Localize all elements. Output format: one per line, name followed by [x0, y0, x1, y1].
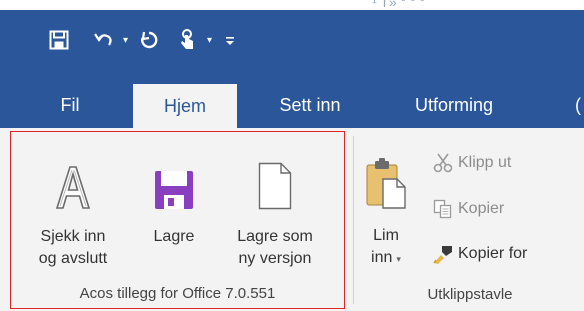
qat-undo-button[interactable]: [92, 25, 114, 55]
paste-label-line2-row: inn ▾: [371, 247, 401, 270]
copy-button[interactable]: Kopier: [432, 195, 504, 223]
floppy-disk-icon: [49, 30, 69, 50]
group-separator: [353, 136, 354, 304]
scissors-icon: [432, 152, 454, 174]
letter-a-outline-icon: [53, 148, 93, 210]
qat-customize-button[interactable]: [222, 25, 238, 55]
touch-mode-icon: [181, 29, 194, 49]
title-bar-top-strip: ¹ T» ° ° °: [0, 0, 584, 10]
tab-home[interactable]: Hjem: [133, 84, 237, 128]
clipboard-group: Lim inn ▾ Klipp ut Kopier Kopier for Utk…: [356, 131, 584, 309]
undo-icon: [94, 33, 112, 46]
save-as-label-line2: ny versjon: [238, 250, 312, 267]
paste-dropdown-arrow[interactable]: ▾: [396, 254, 401, 264]
check-in-label-line2: og avslutt: [38, 250, 108, 267]
paste-label-line1: Lim: [373, 227, 399, 244]
format-painter-button[interactable]: Kopier for: [432, 240, 527, 268]
clipboard-paste-icon: [365, 147, 407, 209]
tab-design[interactable]: Utforming: [382, 82, 526, 128]
qat-touch-mode-button[interactable]: [176, 25, 198, 55]
save-button[interactable]: Lagre: [139, 148, 209, 248]
paste-button[interactable]: Lim inn ▾: [360, 147, 412, 270]
save-label: Lagre: [153, 228, 195, 245]
acos-group-label: Acos tillegg for Office 7.0.551: [79, 285, 276, 302]
customize-qat-icon: [226, 37, 235, 45]
title-text-fragment: ¹ T» ° ° °: [372, 0, 426, 10]
cut-label: Klipp ut: [458, 154, 512, 171]
paste-label-line2: inn: [371, 249, 393, 266]
acos-addin-group: Sjekk inn og avslutt Lagre Lagre som ny …: [10, 131, 345, 309]
qat-save-button[interactable]: [46, 25, 72, 55]
tab-partial[interactable]: (: [575, 82, 584, 128]
title-bar: ¹ T» ° ° ° ▾ ▾: [0, 0, 584, 82]
copy-label: Kopier: [458, 200, 505, 217]
qat-redo-button[interactable]: [138, 25, 160, 55]
check-in-and-close-button[interactable]: Sjekk inn og avslutt: [11, 148, 135, 270]
save-as-label-line1: Lagre som: [237, 228, 313, 245]
blank-document-icon: [258, 148, 292, 210]
format-painter-icon: [432, 243, 454, 265]
undo-dropdown-arrow[interactable]: ▾: [123, 35, 128, 46]
clipboard-group-label: Utklippstavle: [427, 286, 513, 303]
purple-floppy-disk-icon: [154, 148, 194, 210]
tab-file[interactable]: Fil: [46, 82, 94, 128]
ribbon-panel: Sjekk inn og avslutt Lagre Lagre som ny …: [0, 128, 584, 311]
ribbon-tabs: Fil Hjem Sett inn Utforming (: [0, 82, 584, 128]
cut-button[interactable]: Klipp ut: [432, 149, 511, 177]
copy-icon: [432, 198, 454, 220]
touch-mode-dropdown-arrow[interactable]: ▾: [207, 35, 212, 46]
check-in-label-line1: Sjekk inn: [40, 228, 106, 245]
quick-access-toolbar: ▾ ▾: [46, 22, 244, 58]
save-as-new-version-button[interactable]: Lagre som ny versjon: [211, 148, 339, 270]
tab-insert[interactable]: Sett inn: [262, 82, 358, 128]
redo-icon: [141, 31, 158, 49]
format-painter-label: Kopier for: [458, 245, 528, 262]
